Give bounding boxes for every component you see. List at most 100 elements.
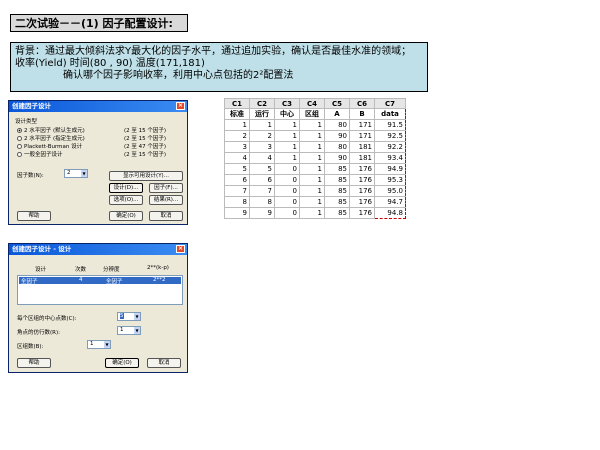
cell[interactable]: 90 bbox=[324, 152, 350, 164]
cell[interactable]: 0 bbox=[274, 196, 300, 208]
cell[interactable]: 80 bbox=[324, 119, 350, 131]
cell[interactable]: 1 bbox=[299, 141, 325, 153]
cell[interactable]: 176 bbox=[349, 196, 375, 208]
cell[interactable]: 85 bbox=[324, 163, 350, 175]
cell[interactable]: 94.9 bbox=[374, 163, 406, 175]
cell[interactable]: 95.0 bbox=[374, 185, 406, 197]
cell[interactable]: 1 bbox=[274, 152, 300, 164]
cell[interactable]: 8 bbox=[224, 196, 250, 208]
col-id[interactable]: C4 bbox=[299, 98, 325, 109]
results-button[interactable]: 结果(R)... bbox=[149, 195, 183, 205]
col-name[interactable]: 区组 bbox=[299, 108, 325, 120]
cell[interactable]: 171 bbox=[349, 119, 375, 131]
col-id[interactable]: C3 bbox=[274, 98, 300, 109]
cell[interactable]: 4 bbox=[249, 152, 275, 164]
cell[interactable]: 2 bbox=[249, 130, 275, 142]
cancel-button[interactable]: 取消 bbox=[147, 358, 181, 368]
cell[interactable]: 85 bbox=[324, 196, 350, 208]
cell[interactable]: 1 bbox=[274, 141, 300, 153]
cell[interactable]: 92.2 bbox=[374, 141, 406, 153]
col-id[interactable]: C1 bbox=[224, 98, 250, 109]
col-id[interactable]: C2 bbox=[249, 98, 275, 109]
close-icon[interactable]: × bbox=[176, 245, 185, 253]
cell[interactable]: 80 bbox=[324, 141, 350, 153]
cell[interactable]: 1 bbox=[299, 185, 325, 197]
cell[interactable]: 0 bbox=[274, 207, 300, 219]
col-name[interactable]: 中心 bbox=[274, 108, 300, 120]
col-name[interactable]: 运行 bbox=[249, 108, 275, 120]
help-button[interactable]: 帮助 bbox=[17, 211, 51, 221]
cell[interactable]: 176 bbox=[349, 174, 375, 186]
cell[interactable]: 93.4 bbox=[374, 152, 406, 164]
options-button[interactable]: 选项(O)... bbox=[109, 195, 143, 205]
cell[interactable]: 7 bbox=[249, 185, 275, 197]
col-name[interactable]: 标准 bbox=[224, 108, 250, 120]
ok-button[interactable]: 确定(O) bbox=[109, 211, 143, 221]
cell[interactable]: 176 bbox=[349, 185, 375, 197]
cell[interactable]: 0 bbox=[274, 185, 300, 197]
option-general-full[interactable]: 一般全因子设计 bbox=[17, 150, 63, 158]
col-id[interactable]: C6 bbox=[349, 98, 375, 109]
cell[interactable]: 8 bbox=[249, 196, 275, 208]
cell[interactable]: 3 bbox=[249, 141, 275, 153]
cell[interactable]: 1 bbox=[299, 163, 325, 175]
blocks-select[interactable]: 1 ▼ bbox=[87, 340, 111, 349]
cell[interactable]: 85 bbox=[324, 207, 350, 219]
ok-button[interactable]: 确定(O) bbox=[105, 358, 139, 368]
cell[interactable]: 91.5 bbox=[374, 119, 406, 131]
cell[interactable]: 176 bbox=[349, 163, 375, 175]
cell[interactable]: 7 bbox=[224, 185, 250, 197]
cell[interactable]: 1 bbox=[299, 174, 325, 186]
cell[interactable]: 1 bbox=[274, 130, 300, 142]
cell[interactable]: 9 bbox=[224, 207, 250, 219]
cell[interactable]: 1 bbox=[299, 130, 325, 142]
design-list-row[interactable]: 全因子 4 全因子 2**2 bbox=[19, 277, 181, 285]
cell[interactable]: 1 bbox=[299, 196, 325, 208]
cell[interactable]: 1 bbox=[224, 119, 250, 131]
help-button[interactable]: 帮助 bbox=[17, 358, 51, 368]
cell[interactable]: 5 bbox=[224, 163, 250, 175]
cell[interactable]: 2 bbox=[224, 130, 250, 142]
center-points-select[interactable]: 5 ▼ bbox=[117, 312, 141, 321]
cell[interactable]: 90 bbox=[324, 130, 350, 142]
cell[interactable]: 85 bbox=[324, 185, 350, 197]
cell[interactable]: 92.5 bbox=[374, 130, 406, 142]
col-name[interactable]: B bbox=[349, 108, 375, 120]
option-2level-default[interactable]: 2 水平因子 (默认生成元) bbox=[17, 126, 85, 134]
factor-count-select[interactable]: 2 ▼ bbox=[64, 169, 88, 178]
cancel-button[interactable]: 取消 bbox=[149, 211, 183, 221]
design-list[interactable]: 全因子 4 全因子 2**2 bbox=[17, 275, 183, 305]
option-plackett-burman[interactable]: Plackett-Burman 设计 bbox=[17, 142, 82, 150]
cell[interactable]: 181 bbox=[349, 152, 375, 164]
cell[interactable]: 1 bbox=[299, 207, 325, 219]
col-id[interactable]: C5 bbox=[324, 98, 350, 109]
cell[interactable]: 181 bbox=[349, 141, 375, 153]
cell[interactable]: 94.7 bbox=[374, 196, 406, 208]
cell[interactable]: 1 bbox=[299, 152, 325, 164]
cell[interactable]: 6 bbox=[224, 174, 250, 186]
col-id[interactable]: C7 bbox=[374, 98, 406, 109]
show-designs-button[interactable]: 显示可用设计(Y)... bbox=[109, 171, 183, 181]
cell[interactable]: 1 bbox=[249, 119, 275, 131]
close-icon[interactable]: × bbox=[176, 102, 185, 110]
cell[interactable]: 3 bbox=[224, 141, 250, 153]
cell[interactable]: 4 bbox=[224, 152, 250, 164]
cell[interactable]: 85 bbox=[324, 174, 350, 186]
option-2level-specified[interactable]: 2 水平因子 (指定生成元) bbox=[17, 134, 85, 142]
cell[interactable]: 6 bbox=[249, 174, 275, 186]
cell[interactable]: 94.8 bbox=[374, 207, 406, 219]
cell[interactable]: 171 bbox=[349, 130, 375, 142]
col-name[interactable]: data bbox=[374, 108, 406, 120]
cell[interactable]: 176 bbox=[349, 207, 375, 219]
corner-replicates-select[interactable]: 1 ▼ bbox=[117, 326, 141, 335]
cell[interactable]: 1 bbox=[274, 119, 300, 131]
design-button[interactable]: 设计(D)... bbox=[109, 183, 143, 193]
cell[interactable]: 5 bbox=[249, 163, 275, 175]
cell[interactable]: 1 bbox=[299, 119, 325, 131]
cell[interactable]: 0 bbox=[274, 163, 300, 175]
cell[interactable]: 9 bbox=[249, 207, 275, 219]
cell[interactable]: 95.3 bbox=[374, 174, 406, 186]
factor-button[interactable]: 因子(F)... bbox=[149, 183, 183, 193]
cell[interactable]: 0 bbox=[274, 174, 300, 186]
col-name[interactable]: A bbox=[324, 108, 350, 120]
